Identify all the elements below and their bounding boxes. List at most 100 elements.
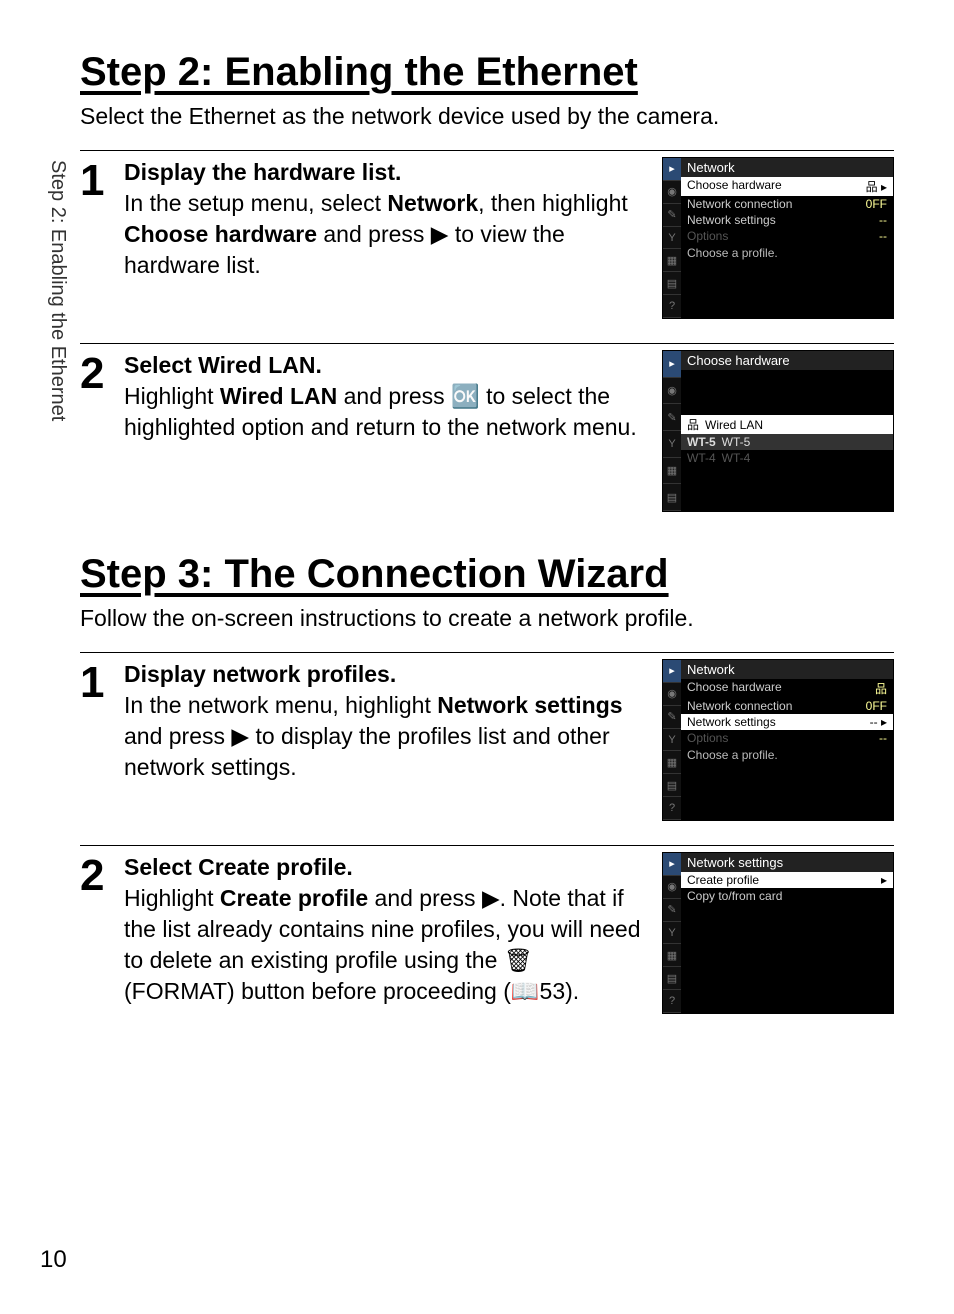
step-heading: Display network profiles. <box>124 661 396 687</box>
tab-icon: ▸ <box>663 853 681 876</box>
row-value: -- <box>879 229 887 243</box>
tab-icon: ✎ <box>663 899 681 922</box>
section2-intro: Select the Ethernet as the network devic… <box>80 103 894 130</box>
tab-icon: ✎ <box>663 404 681 431</box>
menu-tabs: ▸◉✎Y▦▤? <box>663 660 681 820</box>
row-label: Copy to/from card <box>687 889 782 903</box>
step-2-1: 1 Display the hardware list. In the setu… <box>80 150 894 319</box>
step-3-2: 2 Select Create profile. Highlight Creat… <box>80 845 894 1014</box>
option-label: WT-5 <box>722 435 751 449</box>
step-3-1: 1 Display network profiles. In the netwo… <box>80 652 894 821</box>
tab-icon: ▤ <box>663 484 681 511</box>
tab-icon: ✎ <box>663 706 681 729</box>
menu-title: Choose hardware <box>681 351 893 370</box>
step-number: 1 <box>80 157 124 319</box>
step-body-pre: In the network menu, highlight <box>124 692 437 718</box>
option-label: Wired LAN <box>705 418 763 432</box>
step-number: 2 <box>80 350 124 512</box>
step-number: 2 <box>80 852 124 1014</box>
menu-hint: Choose a profile. <box>681 746 893 764</box>
tab-camera-icon: ◉ <box>663 181 681 204</box>
tab-icon: ▦ <box>663 458 681 485</box>
row-label: Network connection <box>687 197 792 211</box>
row-value: ▸ <box>881 873 887 887</box>
row-label: Create profile <box>687 873 759 887</box>
menu-row-options: Options -- <box>681 730 893 746</box>
option-wired-lan: 品 Wired LAN <box>681 415 893 434</box>
section3-steps: 1 Display network profiles. In the netwo… <box>80 652 894 1014</box>
tab-icon: ◉ <box>663 378 681 405</box>
manual-page: Step 2: Enabling the Ethernet Step 2: En… <box>0 0 954 1314</box>
step-text: Select Wired LAN. Highlight Wired LAN an… <box>124 350 644 512</box>
step-body-mid: , then highlight <box>478 190 628 216</box>
menu-hint: Choose a profile. <box>681 244 893 262</box>
step-bold-1: Wired LAN <box>220 383 337 409</box>
menu-panel: Network Choose hardware品 Network connect… <box>681 660 893 820</box>
menu-row-network-settings: Network settings -- ▸ <box>681 714 893 730</box>
tab-icon: Y <box>663 729 681 752</box>
menu-tabs: ▸◉✎Y▦▤? <box>663 853 681 1013</box>
menu-title: Network settings <box>681 853 893 872</box>
menu-panel: Network Choose hardware品 ▸ Network conne… <box>681 158 893 318</box>
menu-panel: Choose hardware 品 Wired LAN WT-5 WT-5 WT-… <box>681 351 893 511</box>
row-label: Options <box>687 229 728 243</box>
side-tab-label: Step 2: Enabling the Ethernet <box>46 160 69 421</box>
step-bold-1: Create profile <box>220 885 368 911</box>
menu-row-copy-card: Copy to/from card <box>681 888 893 904</box>
tab-icon: ◉ <box>663 683 681 706</box>
tab-retouch-icon: ▦ <box>663 249 681 272</box>
tab-icon: ▦ <box>663 751 681 774</box>
row-value: 品 <box>875 680 887 697</box>
tab-recent-icon: ▤ <box>663 272 681 295</box>
step-text: Select Create profile. Highlight Create … <box>124 852 644 1014</box>
menu-row-network-connection: Network connection 0FF <box>681 196 893 212</box>
camera-screenshot-network: ▸◉✎Y▦▤? Network Choose hardware品 ▸ Netwo… <box>662 157 894 319</box>
row-value: -- ▸ <box>870 715 887 729</box>
row-label: Network connection <box>687 699 792 713</box>
option-wt4: WT-4 WT-4 <box>681 450 893 466</box>
tab-icon: ▤ <box>663 774 681 797</box>
step-body-pre: Highlight <box>124 383 220 409</box>
tab-icon: ◉ <box>663 876 681 899</box>
step-text: Display the hardware list. In the setup … <box>124 157 644 319</box>
row-label: Options <box>687 731 728 745</box>
menu-panel: Network settings Create profile ▸ Copy to… <box>681 853 893 1013</box>
section3-title: Step 3: The Connection Wizard <box>80 552 894 597</box>
tab-pencil-icon: ✎ <box>663 204 681 227</box>
row-label: Network settings <box>687 715 776 729</box>
menu-row-options: Options -- <box>681 228 893 244</box>
tab-icon: ▸ <box>663 660 681 683</box>
tab-icon: ▤ <box>663 967 681 990</box>
menu-row-create-profile: Create profile ▸ <box>681 872 893 888</box>
menu-tabs: ▸◉✎Y▦▤ <box>663 351 681 511</box>
section2-steps: 1 Display the hardware list. In the setu… <box>80 150 894 512</box>
option-wt5: WT-5 WT-5 <box>681 434 893 450</box>
step-bold-1: Network settings <box>437 692 622 718</box>
lan-icon: 品 <box>687 416 699 433</box>
step-2-2: 2 Select Wired LAN. Highlight Wired LAN … <box>80 343 894 512</box>
menu-row: Choose hardware品 <box>681 679 893 698</box>
section3-intro: Follow the on-screen instructions to cre… <box>80 605 894 632</box>
row-value: 0FF <box>866 197 887 211</box>
step-heading: Select Create profile. <box>124 854 353 880</box>
row-value: -- <box>879 731 887 745</box>
tab-icon: Y <box>663 922 681 945</box>
step-bold-1: Network <box>387 190 478 216</box>
step-heading: Select Wired LAN. <box>124 352 322 378</box>
menu-row: Network connection0FF <box>681 698 893 714</box>
step-number: 1 <box>80 659 124 821</box>
step-body-pre: Highlight <box>124 885 220 911</box>
row-value: -- <box>879 213 887 227</box>
step-bold-2: Choose hardware <box>124 221 317 247</box>
tab-play-icon: ▸ <box>663 158 681 181</box>
row-label: Choose hardware <box>687 178 782 195</box>
step-body-mid: and press ▶ to display the profiles list… <box>124 723 610 780</box>
menu-tabs: ▸◉✎Y▦▤? <box>663 158 681 318</box>
tab-wrench-icon: Y <box>663 227 681 250</box>
tab-icon: Y <box>663 431 681 458</box>
option-prefix: WT-4 <box>687 451 716 465</box>
step-heading: Display the hardware list. <box>124 159 401 185</box>
option-prefix: WT-5 <box>687 435 716 449</box>
tab-icon: ? <box>663 797 681 820</box>
tab-icon: ▸ <box>663 351 681 378</box>
